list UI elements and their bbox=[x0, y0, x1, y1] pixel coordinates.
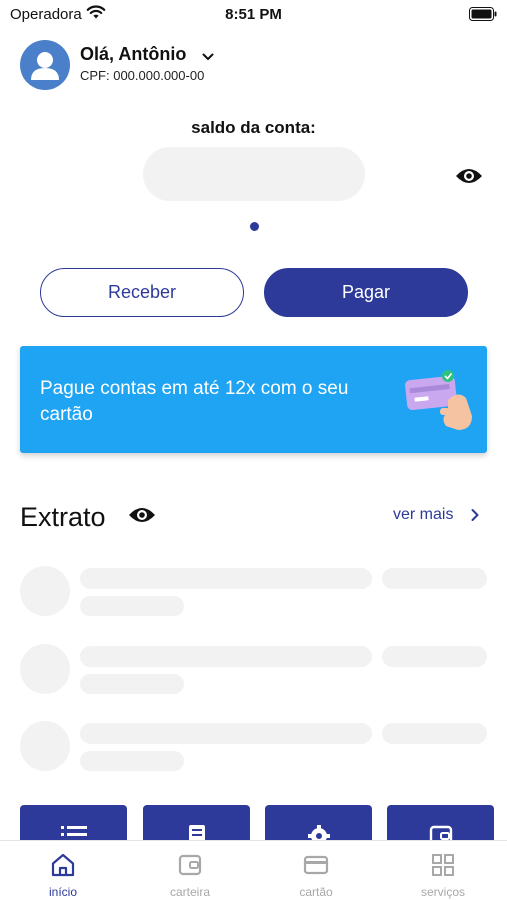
promo-banner[interactable]: Pague contas em até 12x com o seu cartão bbox=[20, 346, 487, 453]
card-icon bbox=[303, 855, 329, 875]
see-more-link[interactable]: ver mais bbox=[393, 506, 453, 524]
promo-text: Pague contas em até 12x com o seu cartão bbox=[40, 378, 349, 425]
eye-icon[interactable] bbox=[128, 505, 156, 530]
cpf-text: CPF: 000.000.000-00 bbox=[80, 68, 205, 83]
eye-icon[interactable] bbox=[455, 166, 483, 191]
wallet-icon bbox=[178, 854, 202, 876]
skeleton-line bbox=[80, 596, 184, 616]
nav-label-services: serviços bbox=[420, 885, 465, 899]
greeting-text: Olá, Antônio bbox=[80, 44, 187, 64]
status-time: 8:51 PM bbox=[225, 6, 282, 23]
bottom-navigation: início carteira cartão serviços bbox=[0, 840, 507, 900]
list-item-skeleton bbox=[20, 566, 487, 618]
skeleton-avatar bbox=[20, 644, 70, 694]
nav-item-card[interactable]: cartão bbox=[253, 841, 379, 900]
avatar[interactable] bbox=[20, 40, 70, 90]
skeleton-line bbox=[80, 674, 184, 694]
skeleton-line bbox=[80, 646, 372, 667]
user-icon bbox=[31, 52, 59, 80]
statement-title: Extrato bbox=[20, 502, 106, 532]
nav-label-wallet: carteira bbox=[169, 885, 210, 899]
battery-icon bbox=[469, 7, 497, 26]
list-item-skeleton bbox=[20, 721, 487, 773]
skeleton-line bbox=[80, 751, 184, 771]
skeleton-line bbox=[80, 568, 372, 589]
profile-header[interactable]: Olá, Antônio CPF: 000.000.000-00 bbox=[20, 40, 320, 90]
home-icon bbox=[51, 853, 75, 877]
skeleton-line bbox=[382, 723, 487, 744]
nav-item-wallet[interactable]: carteira bbox=[127, 841, 253, 900]
balance-skeleton bbox=[143, 147, 365, 201]
skeleton-avatar bbox=[20, 721, 70, 771]
nav-item-home[interactable]: início bbox=[0, 841, 126, 900]
status-bar: Operadora 8:51 PM bbox=[0, 0, 507, 30]
balance-label: saldo da conta: bbox=[191, 118, 316, 137]
skeleton-avatar bbox=[20, 566, 70, 616]
receive-button[interactable]: Receber bbox=[40, 268, 244, 317]
skeleton-line bbox=[382, 568, 487, 589]
nav-label-card: cartão bbox=[299, 885, 333, 899]
chevron-down-icon[interactable] bbox=[202, 48, 214, 66]
nav-item-services[interactable]: serviços bbox=[380, 841, 506, 900]
chevron-right-icon[interactable] bbox=[470, 508, 480, 527]
skeleton-line bbox=[80, 723, 372, 744]
nav-label-home: início bbox=[48, 885, 77, 899]
carousel-indicator bbox=[250, 222, 259, 231]
list-item-skeleton bbox=[20, 644, 487, 696]
pay-button[interactable]: Pagar bbox=[264, 268, 468, 317]
card-hand-illustration bbox=[400, 368, 484, 439]
skeleton-line bbox=[382, 646, 487, 667]
grid-icon bbox=[432, 854, 454, 876]
